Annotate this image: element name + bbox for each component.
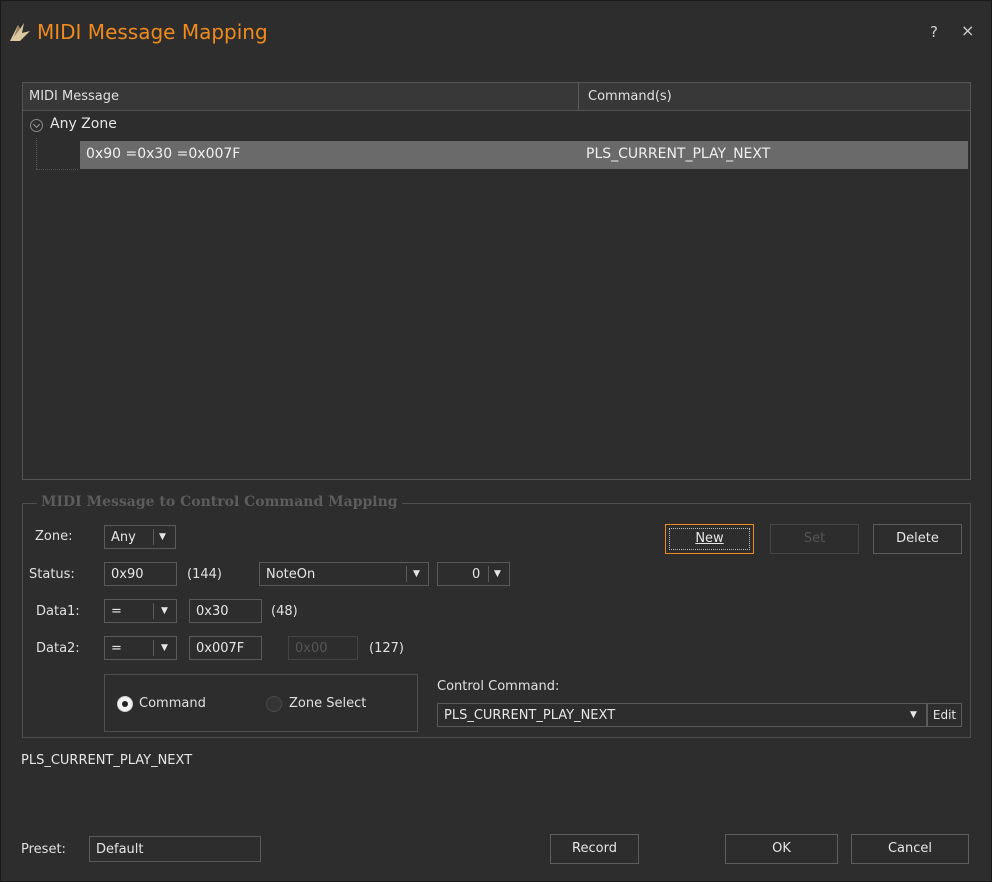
channel-select[interactable]: 0 ▼: [437, 562, 510, 586]
row-command: PLS_CURRENT_PLAY_NEXT: [586, 146, 771, 162]
chevron-down-icon: ▼: [161, 606, 168, 616]
new-button[interactable]: New: [665, 524, 754, 554]
zone-select[interactable]: Any ▼: [104, 525, 176, 549]
data2-field[interactable]: 0x007F: [189, 636, 262, 660]
data2-decimal: (127): [369, 641, 404, 656]
control-command-select[interactable]: PLS_CURRENT_PLAY_NEXT ▼: [437, 703, 927, 727]
zone-value: Any: [111, 530, 136, 545]
channel-value: 0: [472, 567, 481, 582]
column-header-commands[interactable]: Command(s): [588, 89, 672, 104]
data2-range-field[interactable]: 0x00: [288, 636, 358, 660]
group-title: MIDI Message to Control Command Mapping: [37, 494, 402, 510]
status-field[interactable]: 0x90: [104, 562, 177, 586]
command-radio[interactable]: [117, 696, 133, 712]
data2-operator-value: =: [111, 641, 122, 656]
status-label: Status:: [29, 567, 75, 582]
status-type-value: NoteOn: [266, 567, 316, 582]
app-logo-icon: [10, 23, 30, 41]
tree-guide-line: [36, 169, 78, 171]
data2-operator-select[interactable]: = ▼: [104, 636, 177, 660]
collapse-icon[interactable]: [30, 119, 43, 132]
chevron-down-icon: ▼: [494, 569, 501, 579]
column-divider[interactable]: [578, 83, 579, 110]
help-button[interactable]: ?: [930, 23, 938, 41]
ok-button[interactable]: OK: [725, 834, 838, 864]
list-header: MIDI Message Command(s): [23, 83, 970, 111]
data1-operator-value: =: [111, 604, 122, 619]
command-description: PLS_CURRENT_PLAY_NEXT: [21, 753, 193, 768]
edit-command-button[interactable]: Edit: [927, 703, 962, 727]
chevron-down-icon: ▼: [413, 569, 420, 579]
data2-label: Data2:: [36, 641, 80, 656]
mapping-row-selected[interactable]: 0x90 =0x30 =0x007F PLS_CURRENT_PLAY_NEXT: [80, 141, 968, 169]
record-button[interactable]: Record: [550, 834, 639, 864]
mapping-tree[interactable]: MIDI Message Command(s) Any Zone 0x90 =0…: [22, 82, 971, 480]
control-command-label: Control Command:: [437, 679, 560, 694]
preset-field[interactable]: Default: [89, 836, 261, 862]
cancel-button[interactable]: Cancel: [851, 834, 969, 864]
data1-decimal: (48): [271, 604, 298, 619]
row-midi-message: 0x90 =0x30 =0x007F: [86, 146, 241, 162]
chevron-down-icon: ▼: [159, 532, 166, 542]
command-radio-label[interactable]: Command: [139, 696, 206, 711]
zone-label: Zone:: [35, 529, 73, 544]
zone-select-radio[interactable]: [266, 696, 282, 712]
zone-select-radio-label[interactable]: Zone Select: [289, 696, 366, 711]
column-header-midi-message[interactable]: MIDI Message: [29, 89, 119, 104]
close-button[interactable]: ×: [961, 21, 974, 40]
control-command-value: PLS_CURRENT_PLAY_NEXT: [444, 708, 616, 723]
status-type-select[interactable]: NoteOn ▼: [259, 562, 429, 586]
set-button[interactable]: Set: [770, 524, 859, 554]
chevron-down-icon: ▼: [161, 643, 168, 653]
tree-group-any-zone[interactable]: Any Zone: [23, 113, 970, 137]
data1-field[interactable]: 0x30: [189, 599, 262, 623]
window-title: MIDI Message Mapping: [37, 20, 268, 44]
title-bar: MIDI Message Mapping ? ×: [1, 1, 991, 61]
preset-label: Preset:: [21, 842, 66, 857]
tree-guide-line: [36, 138, 38, 169]
data1-label: Data1:: [36, 604, 80, 619]
chevron-down-icon: ▼: [910, 710, 917, 720]
midi-mapping-dialog: MIDI Message Mapping ? × MIDI Message Co…: [0, 0, 992, 882]
data1-operator-select[interactable]: = ▼: [104, 599, 177, 623]
tree-group-label: Any Zone: [50, 116, 117, 132]
status-decimal: (144): [187, 567, 222, 582]
delete-button[interactable]: Delete: [873, 524, 962, 554]
